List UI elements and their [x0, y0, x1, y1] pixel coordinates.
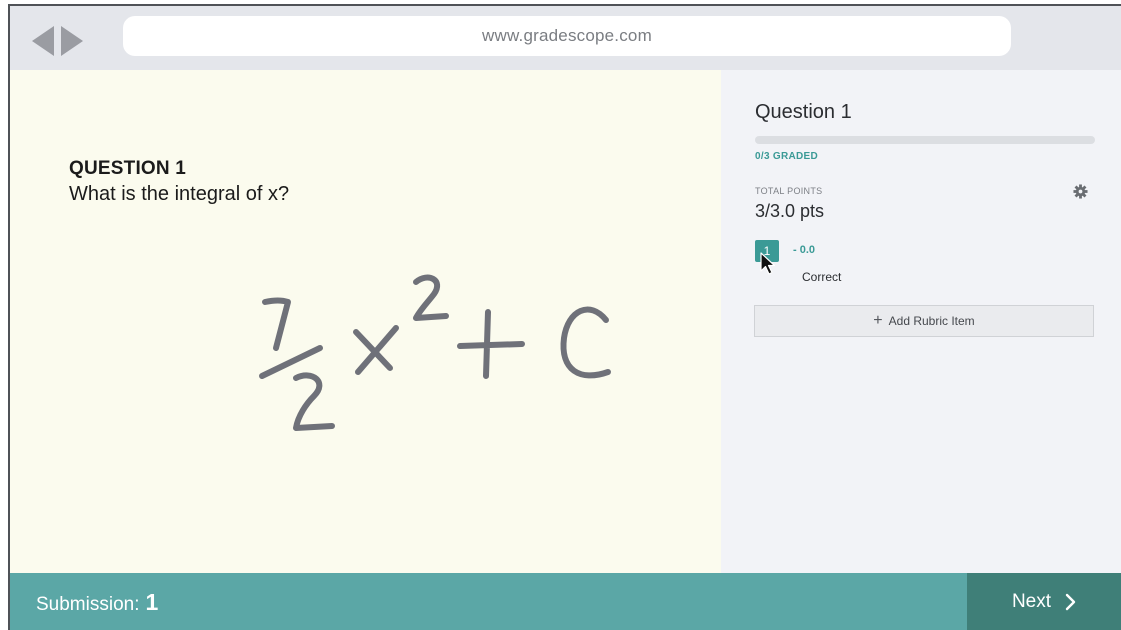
nav-arrows	[28, 24, 90, 58]
next-button-label: Next	[1011, 590, 1052, 612]
grading-view: QUESTION 1 What is the integral of x? Qu…	[10, 70, 1121, 573]
forward-arrow-icon[interactable]	[61, 26, 83, 56]
submission-indicator: Submission: 1	[36, 589, 158, 616]
answer-denominator-glyph	[293, 372, 335, 431]
gear-icon[interactable]	[1073, 184, 1088, 199]
url-text: www.gradescope.com	[482, 26, 652, 45]
total-points-value: 3/3.0 pts	[755, 201, 825, 221]
question-title: Question 1	[755, 101, 852, 123]
plus-icon: +	[873, 312, 883, 329]
url-bar[interactable]: www.gradescope.com	[123, 16, 1011, 56]
handwritten-answer	[259, 274, 611, 431]
grading-progress-bar	[755, 136, 1095, 144]
rubric-item-points: - 0.0	[793, 244, 816, 256]
add-rubric-item-button[interactable]: + Add Rubric Item	[754, 305, 1094, 337]
add-rubric-item-label: Add Rubric Item	[888, 314, 975, 328]
submission-page: QUESTION 1 What is the integral of x?	[10, 70, 721, 573]
next-button[interactable]: Next	[967, 573, 1121, 630]
rubric-item[interactable]: 1 - 0.0 Correct	[755, 240, 1075, 286]
browser-toolbar: www.gradescope.com	[10, 6, 1121, 70]
question-prompt: What is the integral of x?	[69, 183, 290, 205]
graded-count: 0/3 GRADED	[755, 151, 819, 162]
total-points-label: TOTAL POINTS	[755, 186, 823, 196]
submission-label: Submission:	[36, 594, 140, 615]
answer-plus-glyph	[457, 309, 525, 379]
answer-exponent-glyph	[413, 274, 449, 321]
back-arrow-icon[interactable]	[32, 26, 54, 56]
rubric-item-description: Correct	[802, 270, 842, 284]
footer-bar: Submission: 1 Next	[10, 573, 1121, 630]
answer-constant-glyph	[560, 306, 611, 379]
chevron-right-icon	[1065, 593, 1076, 610]
answer-numerator-glyph	[262, 297, 291, 351]
question-heading: QUESTION 1	[69, 158, 187, 179]
submission-number: 1	[145, 589, 159, 615]
mouse-cursor-icon	[760, 252, 776, 275]
answer-variable-glyph	[353, 325, 399, 375]
grading-sidebar: Question 1 0/3 GRADED TOTAL POINTS 3/3.0…	[721, 70, 1121, 573]
answer-fraction-bar	[259, 345, 323, 379]
